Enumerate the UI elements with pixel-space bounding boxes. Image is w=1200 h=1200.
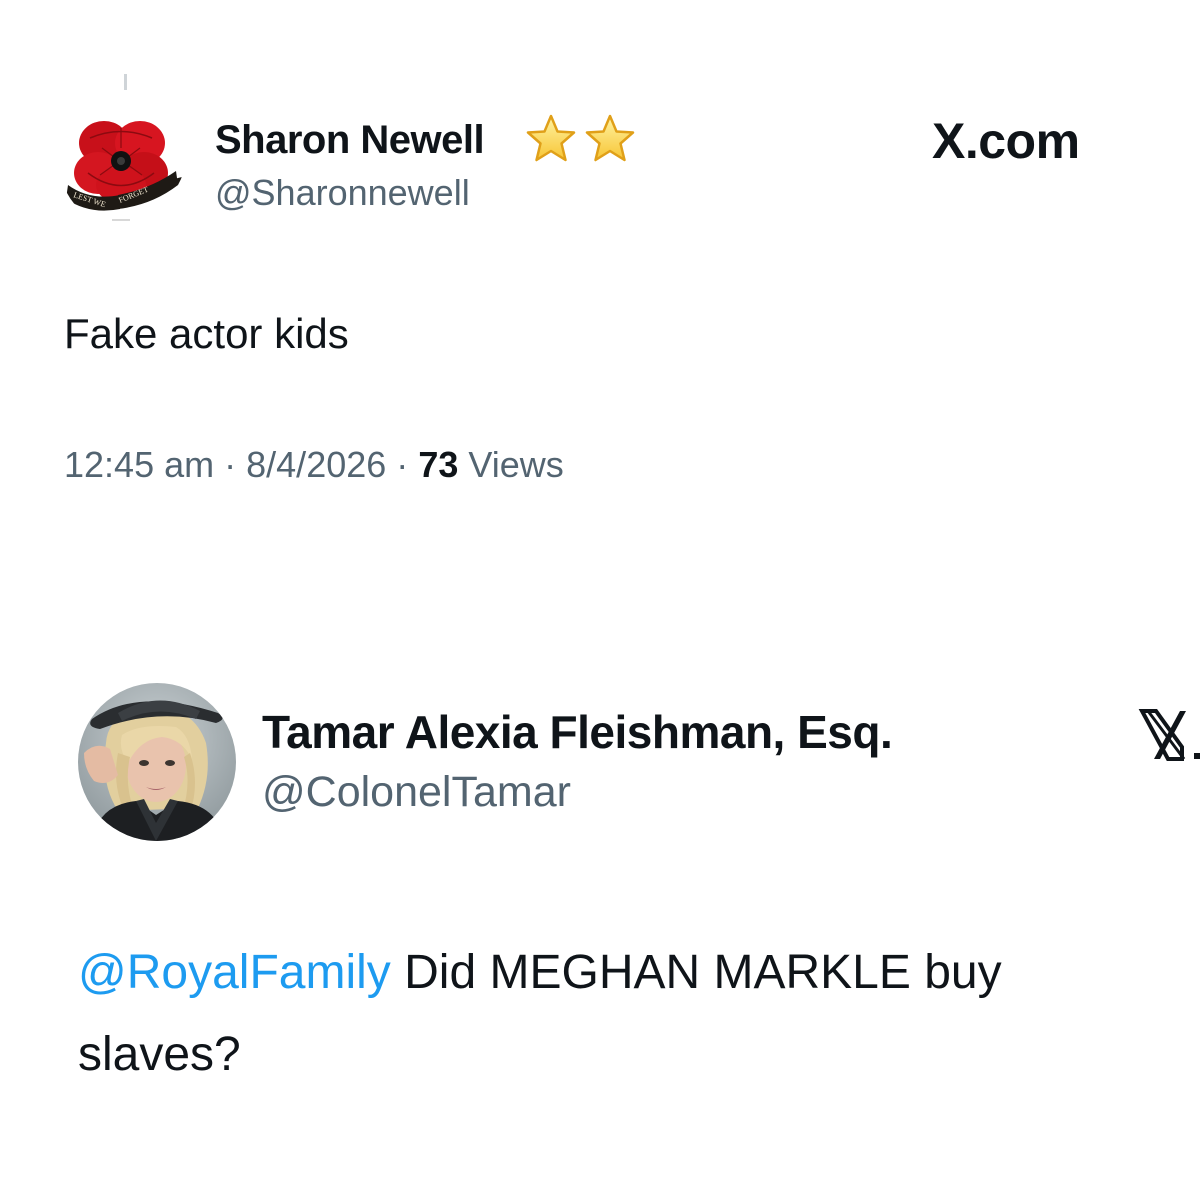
views-count[interactable]: 73 bbox=[418, 444, 458, 485]
divider-tick bbox=[124, 74, 127, 90]
handle[interactable]: @ColonelTamar bbox=[262, 768, 571, 817]
views-label: Views bbox=[468, 444, 564, 485]
meta-separator: · bbox=[396, 444, 409, 485]
tweet-text-line1: Did MEGHAN MARKLE buy bbox=[390, 946, 1002, 999]
tweet-time[interactable]: 12:45 am bbox=[64, 444, 214, 485]
avatar[interactable] bbox=[78, 683, 236, 841]
screenshot-canvas: LEST WE FORGET Sharon Newell @Sharonnewe… bbox=[0, 0, 1200, 1200]
handle[interactable]: @Sharonnewell bbox=[215, 172, 470, 214]
tweet-text: Fake actor kids bbox=[64, 310, 349, 357]
tweet-date[interactable]: 8/4/2026 bbox=[246, 444, 386, 485]
avatar[interactable]: LEST WE FORGET bbox=[60, 103, 183, 226]
display-name[interactable]: Sharon Newell bbox=[215, 118, 485, 163]
tweet-text-line2: slaves? bbox=[78, 1028, 241, 1081]
x-logo-icon bbox=[1138, 703, 1200, 773]
display-name[interactable]: Tamar Alexia Fleishman, Esq. bbox=[262, 705, 893, 759]
x-brand-label: X.com bbox=[932, 112, 1080, 170]
mention-link[interactable]: @RoyalFamily bbox=[78, 946, 391, 999]
poppy-pin-icon: LEST WE FORGET bbox=[60, 103, 183, 226]
tweet-metadata: 12:45 am · 8/4/2026 · 73 Views bbox=[64, 444, 564, 486]
star-badge-icon bbox=[526, 114, 635, 162]
meta-separator: · bbox=[224, 444, 237, 485]
tweet-text: @RoyalFamily Did MEGHAN MARKLE buy slave… bbox=[78, 932, 1200, 1096]
profile-photo bbox=[78, 683, 236, 841]
x-brand-text: X.com bbox=[932, 113, 1080, 169]
